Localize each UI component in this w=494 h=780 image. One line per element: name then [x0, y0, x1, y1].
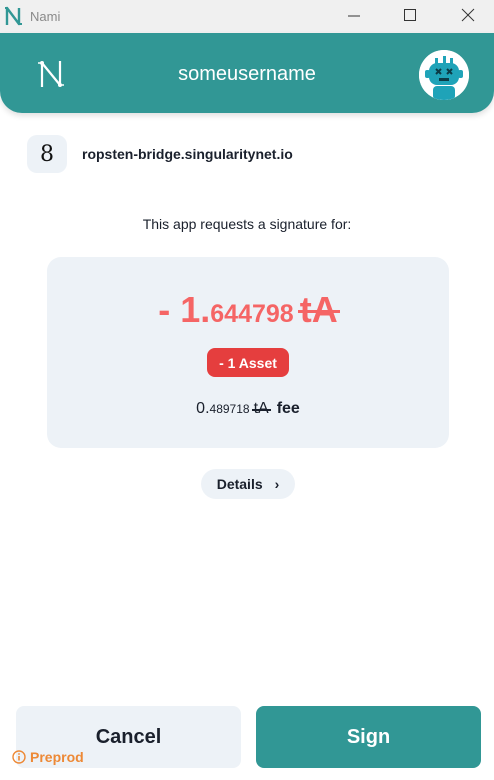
network-indicator: Preprod [12, 749, 84, 765]
details-label: Details [216, 476, 263, 492]
details-button[interactable]: Details › [201, 469, 295, 499]
amount-currency: tA [297, 289, 340, 330]
amount-decimals: 644798 [210, 300, 294, 328]
total-amount: - 1.644798 tA [47, 289, 449, 331]
fee-decimals: 489718 [209, 402, 250, 416]
info-icon [12, 750, 26, 764]
currency-strike [251, 408, 271, 411]
signature-request-text: This app requests a signature for: [142, 216, 352, 232]
dapp-origin-url: ropsten-bridge.singularitynet.io [82, 146, 293, 162]
chevron-right-icon: › [274, 476, 280, 492]
currency-strike [297, 309, 340, 313]
fee-row: 0.489718tA fee [47, 400, 449, 418]
close-icon[interactable] [456, 5, 480, 27]
network-label: Preprod [30, 749, 84, 765]
avatar[interactable] [419, 50, 469, 100]
window-titlebar: Nami [0, 0, 494, 33]
app-header: someusername [0, 33, 494, 113]
sign-button[interactable]: Sign [256, 706, 481, 768]
transaction-summary-card: - 1.644798tA - 1 Asset 0.489718tAfee [47, 257, 449, 448]
amount-integer: - 1. [158, 289, 211, 330]
dapp-favicon-glyph: 8 [40, 141, 54, 167]
minimize-icon[interactable] [342, 5, 366, 27]
asset-change-badge[interactable]: - 1 Asset [207, 348, 289, 377]
fee-currency: tA [251, 400, 271, 417]
nami-logo-icon [5, 6, 22, 26]
dapp-favicon: 8 [27, 135, 67, 173]
robot-avatar-icon [419, 50, 469, 100]
maximize-icon[interactable] [398, 5, 422, 27]
window-title: Nami [30, 9, 61, 24]
fee-integer: 0. [196, 400, 210, 417]
fee-label: fee [276, 400, 300, 417]
